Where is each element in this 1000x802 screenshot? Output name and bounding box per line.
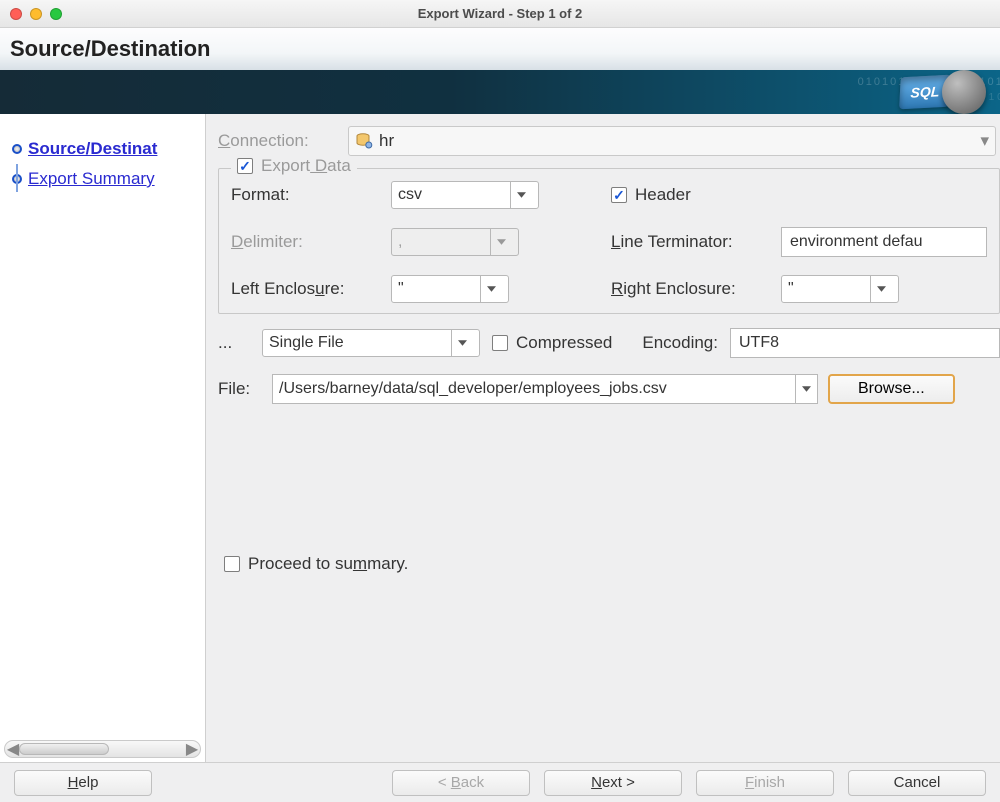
window-title: Export Wizard - Step 1 of 2: [418, 6, 583, 21]
gear-icon: [942, 70, 986, 114]
encoding-select[interactable]: UTF8: [730, 328, 1000, 358]
wizard-footer: Help < Back Next > Finish Cancel: [0, 762, 1000, 802]
delimiter-select[interactable]: ,: [391, 228, 519, 256]
titlebar: Export Wizard - Step 1 of 2: [0, 0, 1000, 28]
proceed-summary-row: Proceed to summary.: [224, 554, 1000, 574]
sidebar-horizontal-scrollbar[interactable]: ◀ ▶: [4, 740, 201, 758]
right-enclosure-label: Right Enclosure:: [611, 279, 781, 299]
header-checkbox-row: Header: [611, 185, 781, 205]
connection-dropdown[interactable]: hr ▾: [348, 126, 996, 156]
step-bullet-icon: [12, 144, 22, 154]
chevron-down-icon: [795, 375, 817, 403]
scroll-right-arrow-icon[interactable]: ▶: [186, 743, 198, 755]
format-select[interactable]: csv: [391, 181, 539, 209]
encoding-value: UTF8: [739, 334, 779, 352]
file-path-input[interactable]: /Users/barney/data/sql_developer/employe…: [272, 374, 818, 404]
export-data-fieldset: Export Data Format: csv Header Delimiter…: [218, 168, 1000, 314]
wizard-step-source-destination[interactable]: Source/Destinat: [0, 134, 205, 164]
minimize-window-button[interactable]: [30, 8, 42, 20]
format-value: csv: [398, 186, 422, 204]
output-mode-select[interactable]: Single File: [262, 329, 480, 357]
left-enclosure-select[interactable]: ": [391, 275, 509, 303]
line-terminator-select[interactable]: environment defau: [781, 227, 987, 257]
output-mode-value: Single File: [269, 334, 344, 352]
delimiter-value: ,: [398, 233, 402, 251]
line-terminator-label: Line Terminator:: [611, 232, 781, 252]
chevron-down-icon: [451, 330, 473, 356]
maximize-window-button[interactable]: [50, 8, 62, 20]
compressed-checkbox[interactable]: [492, 335, 508, 351]
export-data-legend: Export Data: [231, 156, 357, 176]
next-button[interactable]: Next >: [544, 770, 682, 796]
scroll-thumb[interactable]: [19, 743, 109, 755]
wizard-step-export-summary[interactable]: Export Summary: [0, 164, 205, 194]
connection-label: Connection:: [218, 131, 348, 151]
proceed-summary-checkbox[interactable]: [224, 556, 240, 572]
wizard-step-link[interactable]: Export Summary: [28, 169, 155, 189]
window-controls: [10, 8, 62, 20]
format-label: Format:: [231, 185, 391, 205]
wizard-step-link[interactable]: Source/Destinat: [28, 139, 157, 159]
scroll-track[interactable]: [19, 743, 186, 755]
proceed-summary-label: Proceed to summary.: [248, 554, 408, 574]
chevron-down-icon: [510, 182, 532, 208]
step-connector: [16, 164, 18, 192]
page-heading: Source/Destination: [0, 28, 1000, 70]
cancel-button[interactable]: Cancel: [848, 770, 986, 796]
header-checkbox[interactable]: [611, 187, 627, 203]
chevron-down-icon: [480, 276, 502, 302]
browse-button[interactable]: Browse...: [828, 374, 955, 404]
encoding-label: Encoding:: [642, 333, 718, 353]
left-enclosure-label: Left Enclosure:: [231, 279, 391, 299]
finish-button[interactable]: Finish: [696, 770, 834, 796]
connection-value: hr: [379, 131, 394, 151]
file-path-value: /Users/barney/data/sql_developer/employe…: [279, 380, 667, 398]
form-area: Connection: hr ▾ Export Data Format: csv: [206, 114, 1000, 762]
scroll-left-arrow-icon[interactable]: ◀: [7, 743, 19, 755]
chevron-down-icon: ▾: [980, 131, 989, 151]
chevron-down-icon: [490, 229, 512, 255]
line-terminator-value: environment defau: [790, 233, 923, 251]
chevron-down-icon: [870, 276, 892, 302]
right-enclosure-select[interactable]: ": [781, 275, 899, 303]
output-mode-label: ...: [218, 333, 250, 353]
help-button[interactable]: Help: [14, 770, 152, 796]
back-button[interactable]: < Back: [392, 770, 530, 796]
compressed-label: Compressed: [516, 333, 612, 353]
delimiter-label: Delimiter:: [231, 232, 391, 252]
header-label: Header: [635, 185, 691, 205]
wizard-steps-sidebar: Source/Destinat Export Summary ◀ ▶: [0, 114, 206, 762]
right-enclosure-value: ": [788, 280, 794, 298]
close-window-button[interactable]: [10, 8, 22, 20]
file-label: File:: [218, 379, 262, 399]
left-enclosure-value: ": [398, 280, 404, 298]
banner-image: 01010101010101010101 10101010101010 SQL: [0, 70, 1000, 114]
database-icon: [355, 132, 373, 150]
export-data-checkbox[interactable]: [237, 158, 253, 174]
